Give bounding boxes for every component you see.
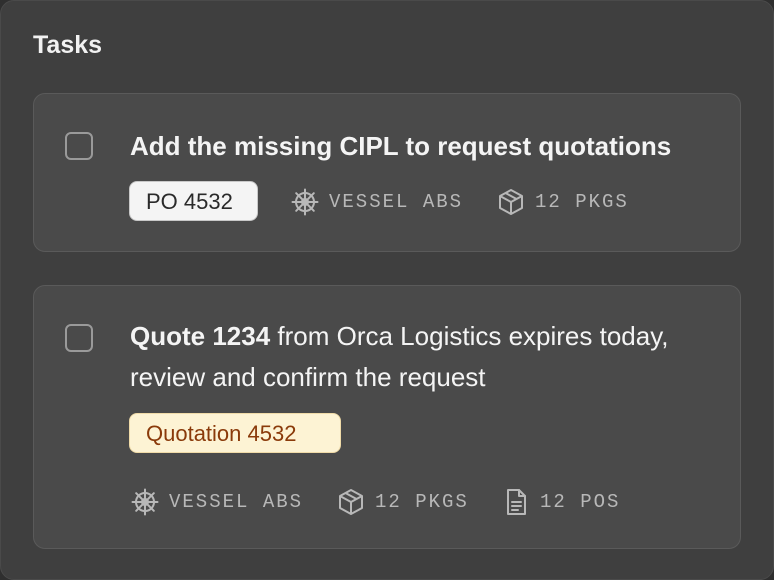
task-title: Quote 1234 from Orca Logistics expires t… bbox=[130, 316, 690, 398]
tasks-panel: Tasks Add the missing CIPL to request qu… bbox=[0, 0, 774, 580]
vessel-meta: VESSEL ABS bbox=[291, 188, 463, 216]
vessel-label: VESSEL ABS bbox=[329, 191, 464, 213]
task-card[interactable]: Quote 1234 from Orca Logistics expires t… bbox=[33, 285, 741, 549]
task-checkbox[interactable] bbox=[65, 324, 93, 352]
quotation-tag[interactable]: Quotation 4532 bbox=[129, 413, 341, 453]
task-card[interactable]: Add the missing CIPL to request quotatio… bbox=[33, 93, 741, 252]
pos-label: 12 POS bbox=[540, 491, 621, 513]
vessel-meta: VESSEL ABS bbox=[131, 488, 303, 516]
po-tag[interactable]: PO 4532 bbox=[129, 181, 258, 221]
pkgs-meta: 12 PKGS bbox=[497, 188, 629, 216]
package-icon bbox=[497, 188, 525, 216]
panel-title: Tasks bbox=[33, 31, 103, 59]
package-icon bbox=[337, 488, 365, 516]
task-title: Add the missing CIPL to request quotatio… bbox=[130, 131, 672, 161]
pkgs-meta: 12 PKGS bbox=[337, 488, 469, 516]
pos-meta: 12 POS bbox=[502, 488, 620, 516]
pkgs-label: 12 PKGS bbox=[375, 491, 469, 513]
vessel-label: VESSEL ABS bbox=[169, 491, 304, 513]
pkgs-label: 12 PKGS bbox=[535, 191, 629, 213]
quote-id[interactable]: Quote 1234 bbox=[130, 321, 270, 351]
ship-wheel-icon bbox=[291, 188, 319, 216]
task-checkbox[interactable] bbox=[65, 132, 93, 160]
ship-wheel-icon bbox=[131, 488, 159, 516]
document-icon bbox=[502, 488, 530, 516]
